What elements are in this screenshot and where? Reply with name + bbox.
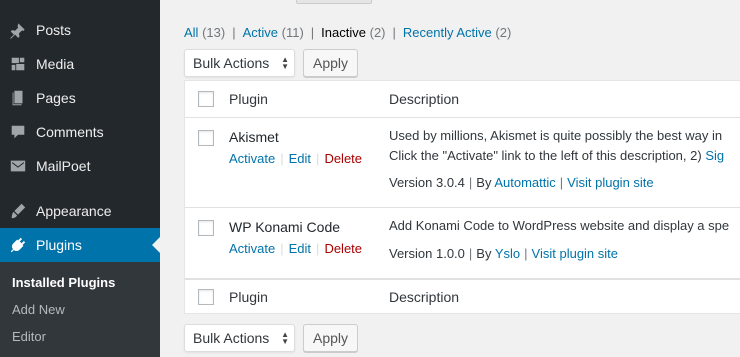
plugin-name: WP Konami Code [229,219,341,235]
delete-link[interactable]: Delete [324,151,362,166]
filter-all[interactable]: All (13) [184,25,225,40]
delete-link[interactable]: Delete [324,241,362,256]
column-footer-plugin[interactable]: Plugin [229,289,268,305]
sidebar-item-posts[interactable]: Posts [0,13,160,47]
main-content: All (13) | Active (11) | Inactive (2) | Recent… [160,0,740,357]
pin-icon [0,21,36,39]
author-link[interactable]: Yslo [495,246,520,261]
sidebar-item-label: Comments [36,124,104,140]
select-all-checkbox[interactable] [198,289,214,305]
sidebar-item-pages[interactable]: Pages [0,81,160,115]
filter-separator: | [310,25,315,40]
edit-link[interactable]: Edit [289,241,311,256]
submenu-add-new[interactable]: Add New [12,302,65,317]
submenu-editor[interactable]: Editor [12,329,46,344]
add-new-button[interactable] [296,0,372,4]
sidebar-item-comments[interactable]: Comments [0,115,160,149]
plugin-meta: Version 3.0.4 | By Automattic | Visit plugin… [389,175,654,190]
sidebar-item-appearance[interactable]: Appearance [0,194,160,228]
column-header-plugin[interactable]: Plugin [229,91,268,107]
sidebar-item-label: Plugins [36,237,82,253]
filter-inactive[interactable]: Inactive (2) [321,25,385,40]
select-arrows-icon: ▲ ▼ [281,330,289,346]
status-filters: All (13) | Active (11) | Inactive (2) | Recent… [184,25,511,40]
plugin-checkbox[interactable] [198,130,214,146]
activate-link[interactable]: Activate [229,241,275,256]
table-row: WP Konami Code Activate | Edit | Delete Add … [185,208,740,279]
apply-button-bottom[interactable]: Apply [303,324,358,352]
column-footer-description: Description [389,289,460,305]
author-link[interactable]: Automattic [494,175,555,190]
plugins-table: Plugin Description Akismet Activate | Edit… [184,80,740,314]
filter-active[interactable]: Active (11) [243,25,304,40]
signup-link[interactable]: Sig [705,148,724,163]
plugins-submenu: Installed Plugins Add New Editor [0,262,160,357]
table-row: Akismet Activate | Edit | Delete Used by mil… [185,118,740,208]
column-header-description: Description [389,91,460,107]
comments-icon [0,123,36,141]
select-all-checkbox[interactable] [198,91,214,107]
visit-site-link[interactable]: Visit plugin site [532,246,618,261]
row-actions: Activate | Edit | Delete [229,241,363,256]
table-header-row: Plugin Description [185,81,740,118]
bulk-actions-select-bottom[interactable]: Bulk Actions ▲ ▼ [184,324,295,352]
table-footer-row: Plugin Description [185,279,740,314]
edit-link[interactable]: Edit [289,151,311,166]
sidebar-item-label: MailPoet [36,158,91,174]
sidebar-item-label: Posts [36,22,72,38]
filter-recently-active[interactable]: Recently Active (2) [403,25,511,40]
sidebar-item-label: Appearance [36,203,112,219]
sidebar-item-mailpoet[interactable]: MailPoet [0,149,160,183]
plugin-description: Add Konami Code to WordPress website and… [389,218,730,233]
apply-button-top[interactable]: Apply [303,49,358,77]
mail-icon [0,157,36,175]
visit-site-link[interactable]: Visit plugin site [567,175,653,190]
filter-separator: | [232,25,236,40]
select-arrows-icon: ▲ ▼ [281,55,289,71]
pages-icon [0,89,36,107]
submenu-installed-plugins[interactable]: Installed Plugins [12,275,115,290]
row-actions: Activate | Edit | Delete [229,151,363,166]
sidebar-item-plugins[interactable]: Plugins [0,228,160,262]
sidebar-item-media[interactable]: Media [0,47,160,81]
bulk-actions-select-top[interactable]: Bulk Actions ▲ ▼ [184,49,295,77]
plug-icon [0,236,36,254]
plugin-meta: Version 1.0.0 | By Yslo | Visit plugin site [389,246,619,261]
admin-sidebar: Posts Media Pages Comments MailPoet Appe… [0,0,160,357]
sidebar-item-label: Media [36,56,75,72]
activate-link[interactable]: Activate [229,151,275,166]
plugin-description: Used by millions, Akismet is quite possi… [389,128,725,163]
media-icon [0,55,36,73]
plugin-checkbox[interactable] [198,220,214,236]
brush-icon [0,202,36,220]
sidebar-item-label: Pages [36,90,76,106]
plugin-name: Akismet [229,129,279,145]
filter-separator: | [392,25,396,40]
